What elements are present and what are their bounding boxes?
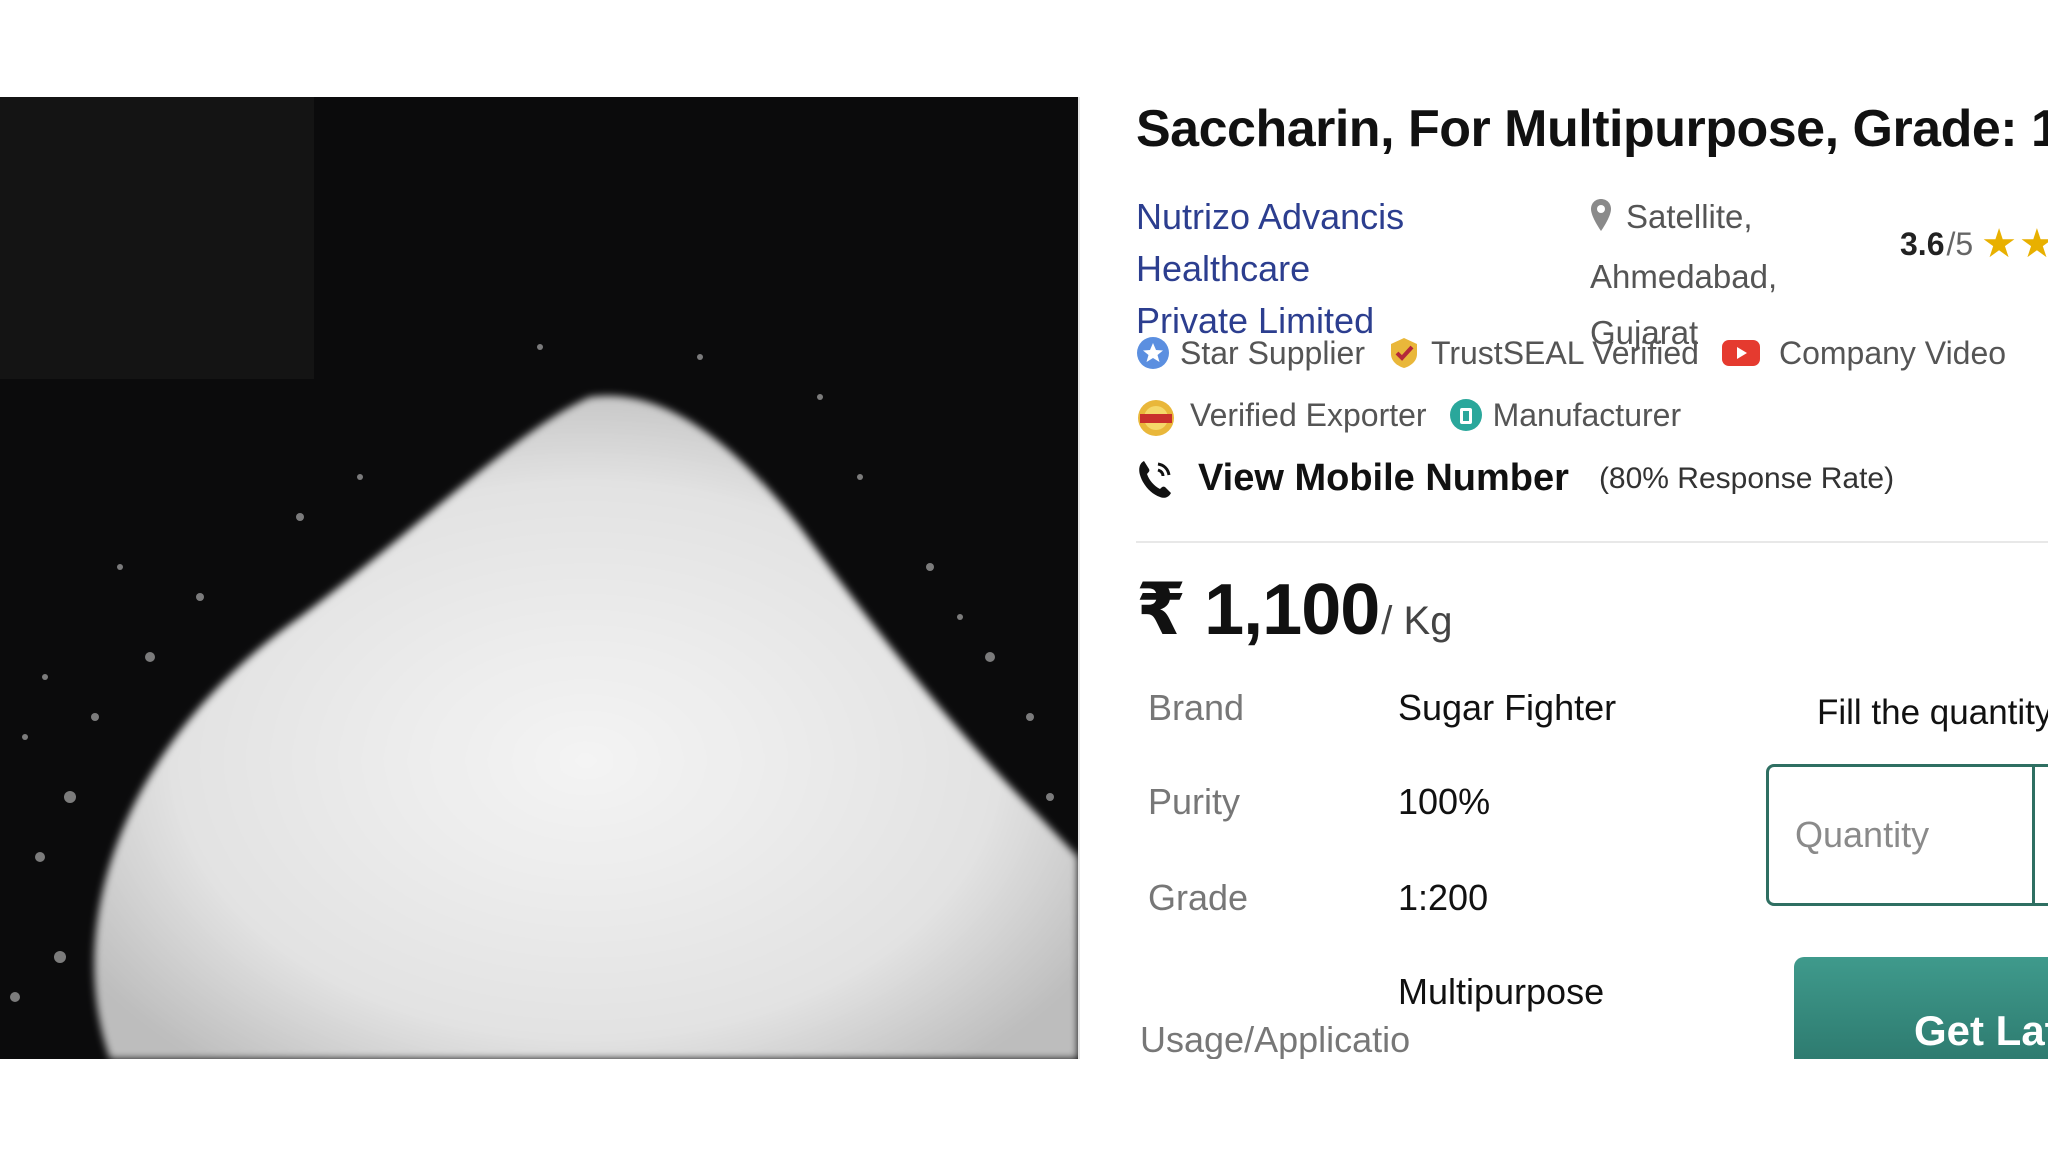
spec-key: Purity — [1148, 781, 1241, 822]
badge-verified-exporter: Verified Exporter — [1136, 396, 1427, 436]
page-frame: Saccharin, For Multipurpose, Grade: 1:20… — [0, 97, 2048, 1059]
rating-score: 3.6 — [1900, 226, 1945, 262]
rating-stars-icon: ★★ — [1981, 222, 2048, 266]
response-rate: (80% Response Rate) — [1598, 461, 1895, 495]
badge-trustseal: TrustSEAL Verified — [1387, 335, 1699, 372]
view-mobile-number[interactable]: View Mobile Number (80% Response Rate) — [1136, 457, 1894, 500]
get-latest-price-button[interactable]: Get Late — [1794, 957, 2048, 1059]
location-pin-icon — [1590, 193, 1612, 249]
price-amount: ₹ 1,100 — [1136, 570, 1380, 650]
trustseal-icon — [1387, 336, 1421, 370]
quantity-field[interactable] — [1766, 764, 2048, 906]
spec-value: Multipurpose — [1398, 971, 1605, 1012]
quantity-input[interactable] — [1793, 799, 2027, 871]
saccharin-powder-illustration — [10, 344, 1078, 1059]
badge-company-video[interactable]: Company Video — [1721, 335, 2006, 372]
spec-value: 1:200 — [1398, 877, 1489, 918]
verified-exporter-label: Verified Exporter — [1190, 396, 1427, 433]
star-supplier-icon — [1136, 336, 1170, 370]
badge-manufacturer: Manufacturer — [1449, 396, 1682, 434]
verified-exporter-icon — [1136, 398, 1176, 436]
product-title: Saccharin, For Multipurpose, Grade: 1:20… — [1136, 100, 2048, 158]
seller-badges: Star Supplier TrustSEAL Verified Company… — [1136, 322, 2036, 446]
badge-star-supplier: Star Supplier — [1136, 335, 1365, 372]
company-name-line1[interactable]: Nutrizo Advancis Healthcare — [1136, 191, 1556, 295]
location-line1: Satellite, — [1626, 198, 1753, 235]
company-video-label[interactable]: Company Video — [1779, 335, 2006, 372]
view-mobile-label[interactable]: View Mobile Number — [1198, 457, 1569, 500]
spec-key: Grade — [1148, 877, 1249, 918]
quantity-unit-separator — [2032, 767, 2035, 903]
spec-value: 100% — [1398, 781, 1491, 822]
video-play-icon — [1721, 336, 1761, 370]
image-divider — [1078, 97, 1080, 1059]
star-supplier-label: Star Supplier — [1180, 334, 1365, 371]
product-details: Saccharin, For Multipurpose, Grade: 1:20… — [1136, 97, 2048, 1059]
spec-key: Usage/Applicatio — [1140, 1019, 1411, 1059]
product-price: ₹ 1,100/ Kg — [1136, 567, 1452, 651]
product-image[interactable] — [0, 97, 1078, 1059]
spec-key: Brand — [1148, 687, 1245, 728]
quantity-prompt: Fill the quantity t — [1817, 693, 2048, 732]
section-divider — [1136, 541, 2048, 543]
manufacturer-icon — [1449, 398, 1483, 432]
spec-value: Sugar Fighter — [1398, 687, 1617, 728]
phone-icon — [1136, 458, 1174, 500]
seller-rating[interactable]: 3.6/5 ★★ — [1900, 221, 2048, 267]
trustseal-label: TrustSEAL Verified — [1430, 334, 1699, 371]
rating-out-of: /5 — [1946, 226, 1974, 262]
manufacturer-label: Manufacturer — [1492, 396, 1682, 433]
price-unit: / Kg — [1381, 599, 1453, 643]
